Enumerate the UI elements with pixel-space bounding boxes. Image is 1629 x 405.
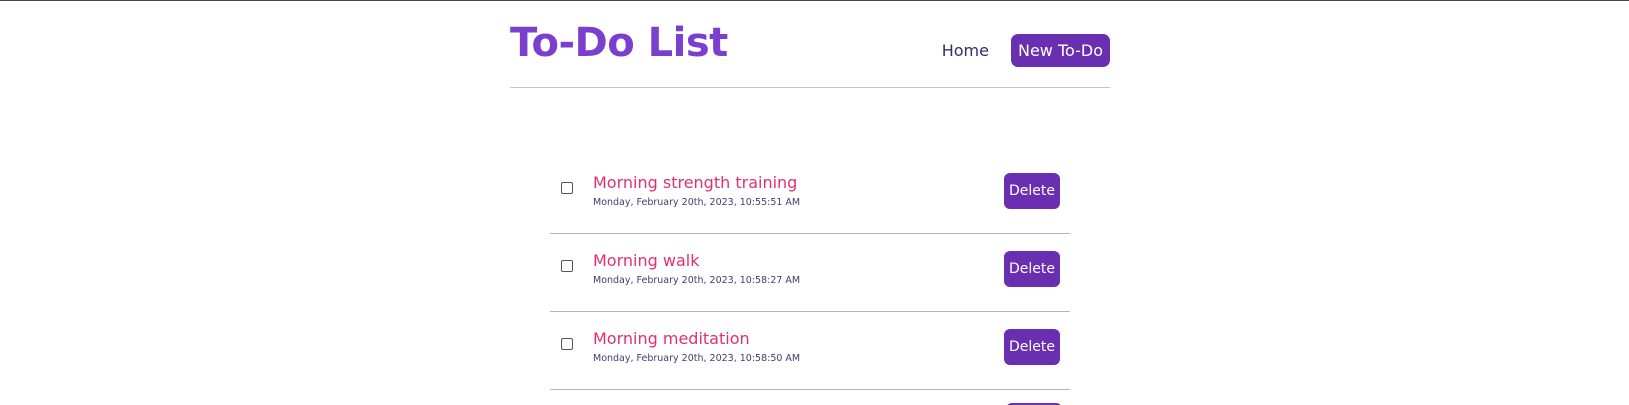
todo-title[interactable]: Morning strength training	[593, 173, 797, 192]
delete-button[interactable]: Delete	[1004, 329, 1060, 365]
todo-title[interactable]: Morning walk	[593, 251, 699, 270]
navbar: To-Do List Home New To-Do	[510, 1, 1110, 88]
home-link[interactable]: Home	[942, 41, 989, 60]
todo-checkbox[interactable]	[561, 260, 573, 272]
delete-button[interactable]: Delete	[1004, 173, 1060, 209]
nav-links: Home New To-Do	[942, 34, 1110, 67]
todo-checkbox[interactable]	[561, 182, 573, 194]
todo-checkbox[interactable]	[561, 338, 573, 350]
todo-item: Morning strength training Monday, Februa…	[550, 156, 1070, 234]
new-todo-button[interactable]: New To-Do	[1010, 34, 1110, 67]
todo-title[interactable]: Morning meditation	[593, 329, 750, 348]
todo-date: Monday, February 20th, 2023, 10:55:51 AM	[593, 197, 801, 208]
todo-date: Monday, February 20th, 2023, 10:58:50 AM	[593, 353, 801, 364]
todo-item: Morning walk Monday, February 20th, 2023…	[550, 234, 1070, 312]
delete-button[interactable]: Delete	[1004, 251, 1060, 287]
todo-date: Monday, February 20th, 2023, 10:58:27 AM	[593, 275, 801, 286]
page-title: To-Do List	[510, 20, 728, 66]
todo-item: Morning meditation Monday, February 20th…	[550, 312, 1070, 390]
todo-list: Morning strength training Monday, Februa…	[550, 156, 1070, 390]
